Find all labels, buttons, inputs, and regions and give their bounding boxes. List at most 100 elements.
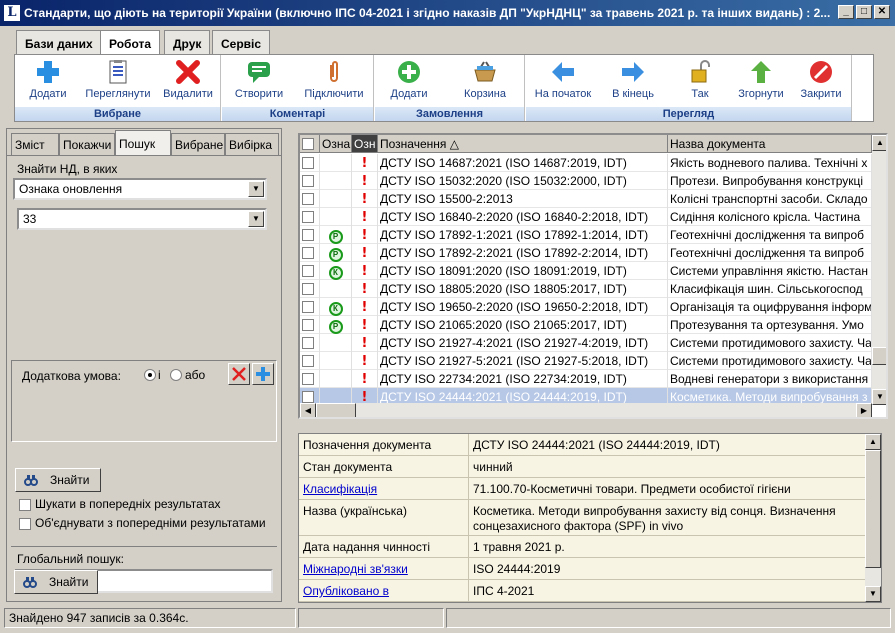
row-cell-mark2: !	[352, 280, 378, 298]
tab-databases[interactable]: Бази даних	[16, 30, 102, 54]
go-end-button[interactable]: В кінець	[602, 59, 664, 105]
go-start-button[interactable]: На початок	[528, 59, 598, 105]
scroll-left-icon[interactable]: ◀	[300, 403, 316, 417]
chevron-down-icon[interactable]: ▼	[248, 211, 264, 227]
collapse-button[interactable]: Згорнути	[732, 59, 790, 105]
radio-or[interactable]	[170, 369, 182, 381]
detail-key-link[interactable]: Опубліковано в	[299, 580, 469, 601]
detail-key-link[interactable]: Класифікація	[299, 478, 469, 499]
row-checkbox[interactable]	[302, 283, 314, 295]
search-prev-checkbox[interactable]	[19, 499, 31, 511]
col-header-mark2[interactable]: Озн	[352, 135, 378, 153]
grid-vscroll-thumb[interactable]	[872, 347, 886, 365]
cart-button[interactable]: Корзина	[451, 59, 519, 105]
table-row[interactable]: Р! ДСТУ ISO 21065:2020 (ISO 21065:2017, I…	[300, 316, 872, 334]
table-row[interactable]: Р! ДСТУ ISO 17892-1:2021 (ISO 17892-1:201…	[300, 226, 872, 244]
row-checkbox[interactable]	[302, 229, 314, 241]
table-row[interactable]: ! ДСТУ ISO 15500-2:2013 Колісні транспортн…	[300, 190, 872, 208]
grid-vscroll[interactable]	[872, 151, 886, 389]
row-checkbox[interactable]	[302, 319, 314, 331]
detail-key-link[interactable]: Міжнародні зв'язки	[299, 558, 469, 579]
row-checkbox[interactable]	[302, 391, 314, 403]
tab-print[interactable]: Друк	[164, 30, 211, 54]
row-checkbox[interactable]	[302, 175, 314, 187]
order-add-button[interactable]: Додати	[379, 59, 439, 105]
close-window-button[interactable]: ✕	[874, 5, 890, 19]
scroll-down-icon[interactable]: ▼	[865, 586, 881, 602]
search-tab-content: Знайти НД, в яких Ознака оновлення ▼ 33 …	[7, 155, 281, 601]
scroll-down-icon[interactable]: ▼	[872, 389, 886, 405]
search-prev-label: Шукати в попередніх результатах	[35, 497, 221, 511]
row-checkbox[interactable]	[302, 265, 314, 277]
favorites-view-button[interactable]: Переглянути	[81, 59, 155, 105]
scroll-up-icon[interactable]: ▲	[872, 135, 886, 151]
find-button[interactable]: Знайти	[15, 468, 101, 492]
select-all-checkbox[interactable]	[302, 138, 314, 150]
table-row[interactable]: ! ДСТУ ISO 21927-4:2021 (ISO 21927-4:2019…	[300, 334, 872, 352]
row-cell-code: ДСТУ ISO 14687:2021 (ISO 14687:2019, IDT…	[378, 154, 668, 172]
radio-and[interactable]	[144, 369, 156, 381]
comment-attach-button[interactable]: Підключити	[298, 59, 370, 105]
table-row[interactable]: ! ДСТУ ISO 15032:2020 (ISO 15032:2000, ID…	[300, 172, 872, 190]
value-combo[interactable]: 33 ▼	[17, 208, 267, 230]
global-find-button[interactable]: Знайти	[14, 570, 98, 594]
tab-index[interactable]: Покажчи	[59, 133, 115, 155]
tab-service[interactable]: Сервіс	[212, 30, 271, 54]
speech-bubble-icon	[248, 62, 270, 83]
add-condition-button[interactable]	[252, 363, 274, 385]
table-row[interactable]: ! ДСТУ ISO 14687:2021 (ISO 14687:2019, ID…	[300, 154, 872, 172]
detail-vscroll-thumb[interactable]	[865, 450, 881, 568]
status-panel-3	[446, 608, 891, 628]
col-header-check[interactable]	[300, 135, 320, 153]
chevron-down-icon[interactable]: ▼	[248, 181, 264, 197]
divider	[11, 546, 277, 547]
favorites-add-button[interactable]: Додати	[19, 59, 77, 105]
col-header-code[interactable]: Позначення △	[378, 135, 668, 153]
scroll-up-icon[interactable]: ▲	[865, 434, 881, 450]
merge-prev-checkbox[interactable]	[19, 518, 31, 530]
tab-work[interactable]: Робота	[100, 30, 161, 55]
row-checkbox[interactable]	[302, 193, 314, 205]
table-row[interactable]: Р! ДСТУ ISO 17892-2:2021 (ISO 17892-2:201…	[300, 244, 872, 262]
table-row[interactable]: ! ДСТУ ISO 22734:2021 (ISO 22734:2019, ID…	[300, 370, 872, 388]
row-checkbox[interactable]	[302, 157, 314, 169]
minimize-button[interactable]: _	[838, 5, 854, 19]
col-header-name[interactable]: Назва документа	[668, 135, 872, 153]
row-checkbox[interactable]	[302, 301, 314, 313]
row-cell-mark2: !	[352, 154, 378, 172]
row-cell-name: Системи протидимового захисту. Ча	[670, 352, 872, 370]
row-checkbox[interactable]	[302, 355, 314, 367]
tab-contents[interactable]: Зміст	[11, 133, 59, 155]
grid-hscroll-thumb[interactable]	[316, 403, 356, 417]
tab-search[interactable]: Пошук	[115, 130, 171, 156]
remove-condition-button[interactable]	[228, 363, 250, 385]
close-view-button[interactable]: Закрити	[792, 59, 850, 105]
row-checkbox[interactable]	[302, 373, 314, 385]
table-row[interactable]: ! ДСТУ ISO 16840-2:2020 (ISO 16840-2:2018…	[300, 208, 872, 226]
row-cell-code: ДСТУ ISO 15032:2020 (ISO 15032:2000, IDT…	[378, 172, 668, 190]
comment-create-button[interactable]: Створити	[226, 59, 292, 105]
row-checkbox[interactable]	[302, 247, 314, 259]
tab-selection[interactable]: Вибірка	[225, 133, 279, 155]
tab-favorites[interactable]: Вибране	[171, 133, 225, 155]
detail-value: ISO 24444:2019	[473, 562, 561, 576]
col-header-mark1[interactable]: Озна	[320, 135, 352, 153]
field-combo[interactable]: Ознака оновлення ▼	[13, 178, 267, 200]
table-row[interactable]: ! ДСТУ ISO 18805:2020 (ISO 18805:2017, ID…	[300, 280, 872, 298]
row-checkbox[interactable]	[302, 337, 314, 349]
grid-hscroll[interactable]: ◀ ▶	[300, 403, 872, 417]
scroll-right-icon[interactable]: ▶	[856, 403, 872, 417]
maximize-button[interactable]: □	[856, 5, 872, 19]
table-row[interactable]: К! ДСТУ ISO 18091:2020 (ISO 18091:2019, I…	[300, 262, 872, 280]
document-details: Позначення документа ДСТУ ISO 24444:2021 …	[298, 433, 882, 603]
detail-key: Стан документа	[299, 456, 469, 477]
ribbon: Бази даних Робота Друк Сервіс Додати Пер…	[0, 26, 895, 124]
row-cell-code: ДСТУ ISO 18091:2020 (ISO 18091:2019, IDT…	[378, 262, 668, 280]
detail-vscroll[interactable]: ▲ ▼	[865, 434, 881, 602]
detail-key: Позначення документа	[299, 434, 469, 455]
yes-button[interactable]: Так	[672, 59, 728, 105]
row-checkbox[interactable]	[302, 211, 314, 223]
table-row[interactable]: К! ДСТУ ISO 19650-2:2020 (ISO 19650-2:201…	[300, 298, 872, 316]
favorites-delete-button[interactable]: Видалити	[159, 59, 217, 105]
table-row[interactable]: ! ДСТУ ISO 21927-5:2021 (ISO 21927-5:2018…	[300, 352, 872, 370]
